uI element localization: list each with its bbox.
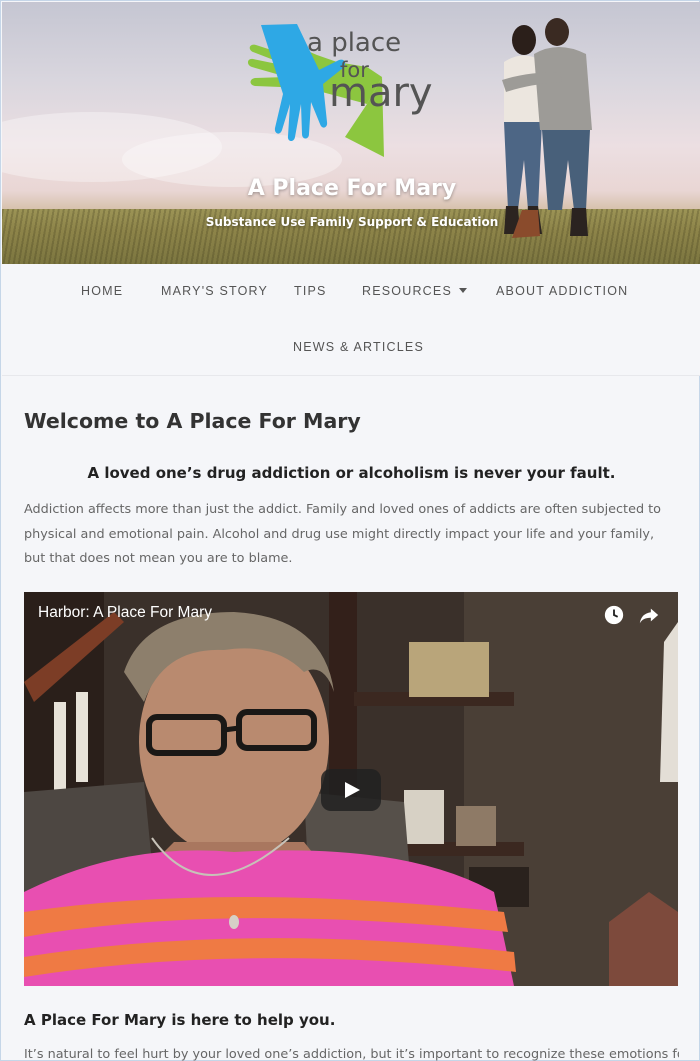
share-icon[interactable] bbox=[638, 604, 660, 626]
page-title: Welcome to A Place For Mary bbox=[24, 409, 361, 433]
nav-item-marys-story[interactable]: MARY'S STORY bbox=[161, 284, 268, 298]
main-navigation: HOME MARY'S STORY TIPS RESOURCES ABOUT A… bbox=[2, 264, 700, 376]
nav-item-label: NEWS & ARTICLES bbox=[293, 340, 424, 354]
nav-item-label: HOME bbox=[81, 284, 124, 298]
video-player[interactable]: Harbor: A Place For Mary bbox=[24, 592, 678, 986]
intro-paragraph: Addiction affects more than just the add… bbox=[24, 502, 661, 566]
play-icon[interactable] bbox=[321, 769, 381, 811]
watch-later-icon[interactable] bbox=[603, 604, 625, 626]
chevron-down-icon bbox=[458, 288, 467, 293]
site-tagline: Substance Use Family Support & Education bbox=[205, 215, 499, 229]
nav-item-resources[interactable]: RESOURCES bbox=[362, 284, 467, 298]
nav-item-tips[interactable]: TIPS bbox=[294, 284, 327, 298]
nav-item-label: RESOURCES bbox=[362, 284, 452, 298]
nav-item-label: TIPS bbox=[294, 284, 327, 298]
logo-text-line1: a place bbox=[307, 28, 402, 58]
header-banner: a place for mary A Place For Mary Substa… bbox=[2, 2, 700, 264]
nav-item-news-articles[interactable]: NEWS & ARTICLES bbox=[293, 340, 424, 354]
help-paragraph: It’s natural to feel hurt by your loved … bbox=[24, 1047, 679, 1061]
nav-item-label: MARY'S STORY bbox=[161, 284, 269, 298]
nav-item-label: ABOUT ADDICTION bbox=[496, 284, 629, 298]
help-heading: A Place For Mary is here to help you. bbox=[24, 1011, 336, 1029]
section-subheading: A loved one’s drug addiction or alcoholi… bbox=[87, 464, 616, 482]
logo-text-line3: mary bbox=[329, 70, 433, 116]
couple-photo bbox=[502, 18, 592, 238]
nav-item-home[interactable]: HOME bbox=[81, 284, 123, 298]
nav-item-about-addiction[interactable]: ABOUT ADDICTION bbox=[496, 284, 628, 298]
site-title[interactable]: A Place For Mary bbox=[2, 176, 700, 201]
video-title[interactable]: Harbor: A Place For Mary bbox=[38, 604, 212, 622]
